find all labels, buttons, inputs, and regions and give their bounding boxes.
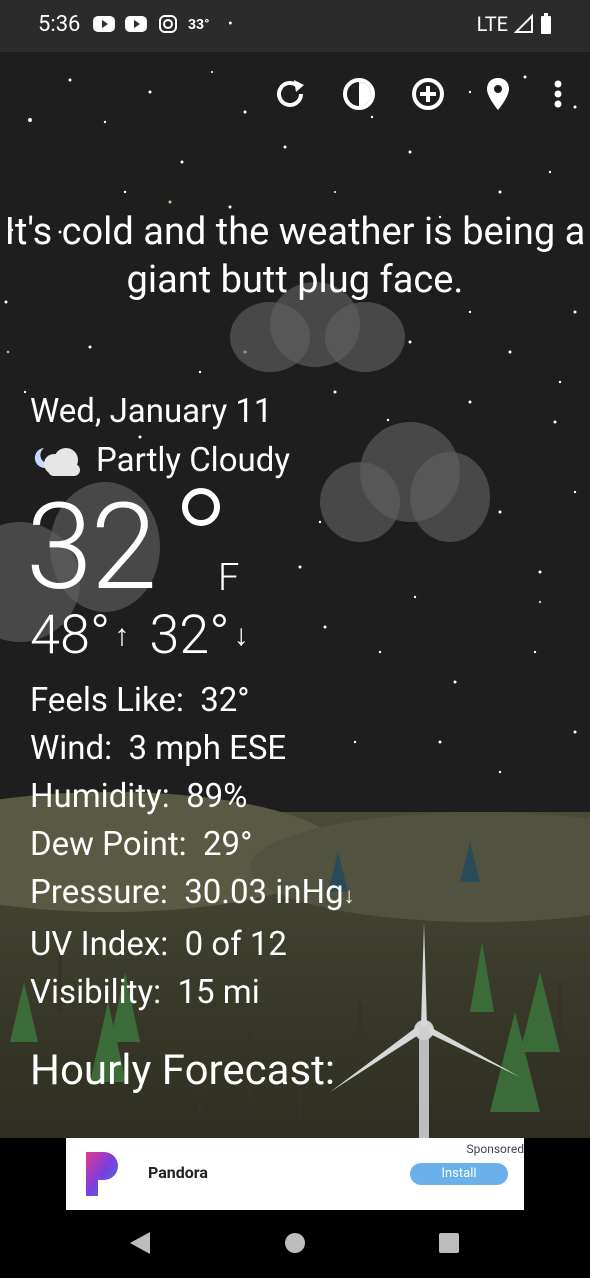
home-icon[interactable]	[284, 1232, 306, 1254]
recents-icon[interactable]	[438, 1232, 460, 1254]
detail-pressure: Pressure: 30.03 inHg↓	[30, 873, 355, 912]
condition-label: Partly Cloudy	[96, 440, 290, 480]
weather-message: It's cold and the weather is being a gia…	[4, 210, 586, 302]
detail-humidity: Humidity: 89%	[30, 777, 248, 816]
install-button[interactable]: Install	[410, 1163, 508, 1185]
ad-sponsored-label: Sponsored	[466, 1142, 524, 1156]
pressure-falling-icon: ↓	[343, 884, 355, 909]
arrow-up-icon: ↑	[114, 618, 130, 653]
network-label: LTE	[476, 12, 508, 36]
detail-uv-index: UV Index: 0 of 12	[30, 925, 287, 964]
youtube-icon	[93, 16, 115, 32]
detail-feels-like: Feels Like: 32°	[30, 681, 250, 720]
ad-banner[interactable]: Pandora Sponsored Install	[66, 1138, 524, 1210]
low-temperature: 32°	[149, 604, 230, 667]
condition-row: Partly Cloudy	[30, 440, 290, 480]
add-location-icon[interactable]	[410, 76, 446, 112]
arrow-down-icon: ↓	[233, 618, 249, 653]
navigation-bar	[0, 1210, 590, 1278]
current-temperature: 32	[26, 478, 157, 618]
back-icon[interactable]	[128, 1230, 152, 1256]
status-right: LTE	[477, 12, 552, 36]
high-temperature: 48°	[30, 604, 111, 667]
refresh-icon[interactable]	[272, 76, 308, 112]
pandora-logo-icon	[86, 1152, 118, 1196]
date-label: Wed, January 11	[30, 392, 273, 431]
weather-details: Feels Like: 32° Wind: 3 mph ESE Humidity…	[30, 677, 355, 1017]
temperature-unit: F	[218, 556, 240, 600]
status-bar: 5:36 33° • LTE	[0, 0, 590, 52]
cloud-shape	[320, 422, 490, 552]
high-low: 48° ↑ 32° ↓	[30, 604, 269, 667]
more-icon[interactable]	[550, 76, 566, 112]
youtube-icon	[125, 16, 147, 32]
detail-visibility: Visibility: 15 mi	[30, 973, 260, 1012]
ad-app-name: Pandora	[148, 1163, 208, 1182]
signal-icon	[514, 14, 533, 33]
status-time: 5:36	[38, 12, 81, 37]
notification-dot-icon: •	[228, 16, 233, 32]
location-pin-icon[interactable]	[480, 76, 516, 112]
instagram-icon	[159, 15, 177, 33]
detail-dew-point: Dew Point: 29°	[30, 825, 253, 864]
theme-icon[interactable]	[341, 76, 377, 112]
degree-symbol	[182, 488, 220, 526]
detail-wind: Wind: 3 mph ESE	[30, 729, 287, 768]
partly-cloudy-night-icon	[34, 448, 80, 476]
hourly-forecast-title: Hourly Forecast:	[30, 1046, 336, 1095]
status-temperature: 33°	[188, 17, 210, 33]
battery-icon	[541, 13, 551, 34]
